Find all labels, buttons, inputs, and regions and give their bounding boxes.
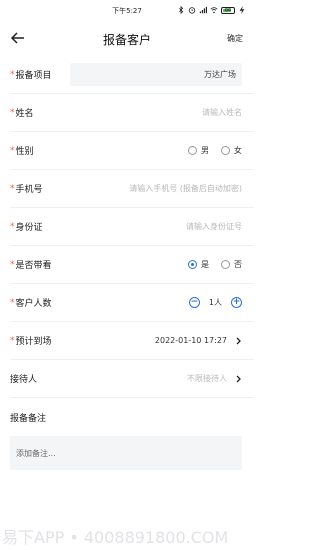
arrival-label: 预计到场 (15, 337, 52, 347)
radio-circle-icon (221, 260, 230, 269)
customer-count-label: 客户人数 (15, 299, 52, 309)
battery-icon: 88 (221, 6, 235, 14)
gender-female-radio[interactable]: 女 (221, 145, 242, 156)
receptionist-value: 不限接待人 (187, 374, 227, 383)
battery-level: 88 (224, 7, 232, 13)
receptionist-row[interactable]: 接待人 不限接待人 (10, 360, 254, 398)
project-row: * 报备项目 万达广场 (10, 56, 254, 94)
arrival-row[interactable]: * 预计到场 2022-01-10 17:27 (10, 322, 254, 360)
gender-label: 性别 (15, 147, 34, 157)
bluetooth-icon (179, 6, 184, 14)
minus-icon[interactable]: − (188, 297, 200, 308)
arrival-value: 2022-01-10 17:27 (154, 336, 227, 345)
receptionist-label: 接待人 (10, 375, 38, 385)
bring-viewing-no-radio[interactable]: 否 (221, 259, 242, 270)
customer-count-value: 1人 (208, 298, 222, 307)
bring-viewing-row: * 是否带看 是 否 (10, 246, 254, 284)
bring-viewing-radio-group: 是 否 (188, 259, 242, 270)
watermark: 易下APP • 4008891800.COM (2, 528, 229, 547)
id-card-row: * 身份证 请输入身份证号 (10, 208, 254, 246)
remarks-placeholder: 添加备注... (16, 448, 56, 458)
chevron-right-icon[interactable] (235, 337, 242, 345)
remarks-textarea[interactable]: 添加备注... (10, 436, 242, 470)
nav-bar: 报备客户 确定 (0, 22, 254, 56)
bring-viewing-yes-radio[interactable]: 是 (188, 259, 209, 270)
gender-male-radio[interactable]: 男 (188, 145, 209, 156)
project-value: 万达广场 (204, 70, 236, 79)
page-title: 报备客户 (102, 33, 151, 47)
radio-circle-icon (188, 146, 197, 155)
signal-icon (199, 6, 207, 14)
confirm-button[interactable]: 确定 (227, 33, 243, 44)
chevron-right-icon[interactable] (235, 375, 242, 383)
name-label: 姓名 (15, 109, 34, 119)
name-input[interactable]: 请输入姓名 (202, 107, 242, 118)
bring-viewing-label: 是否带看 (15, 261, 52, 271)
phone-input[interactable]: 请输入手机号 (报备后自动加密) (129, 183, 242, 194)
phone-label: 手机号 (15, 185, 43, 195)
status-bar: 下午5:27 88 (0, 0, 254, 22)
phone-row: * 手机号 请输入手机号 (报备后自动加密) (10, 170, 254, 208)
gender-row: * 性别 男 女 (10, 132, 254, 170)
project-label: 报备项目 (15, 71, 52, 81)
radio-selected-icon (188, 260, 197, 269)
status-icons: 88 (177, 6, 246, 14)
id-card-label: 身份证 (15, 223, 43, 233)
remarks-row: 报备备注 (10, 398, 254, 436)
customer-count-stepper: − 1人 + (188, 297, 242, 308)
alarm-icon (188, 7, 196, 14)
remarks-label: 报备备注 (10, 413, 47, 424)
name-row: * 姓名 请输入姓名 (10, 94, 254, 132)
charging-icon (239, 6, 245, 14)
report-form: * 报备项目 万达广场 * 姓名 请输入姓名 * 性别 男 女 * 手机号 请输入手机号… (0, 56, 254, 436)
gender-radio-group: 男 女 (188, 145, 242, 156)
customer-count-row: * 客户人数 − 1人 + (10, 284, 254, 322)
radio-circle-icon (221, 146, 230, 155)
wifi-icon (210, 7, 218, 14)
project-field[interactable]: 万达广场 (70, 63, 242, 86)
plus-icon[interactable]: + (231, 297, 242, 308)
id-card-input[interactable]: 请输入身份证号 (186, 221, 242, 232)
